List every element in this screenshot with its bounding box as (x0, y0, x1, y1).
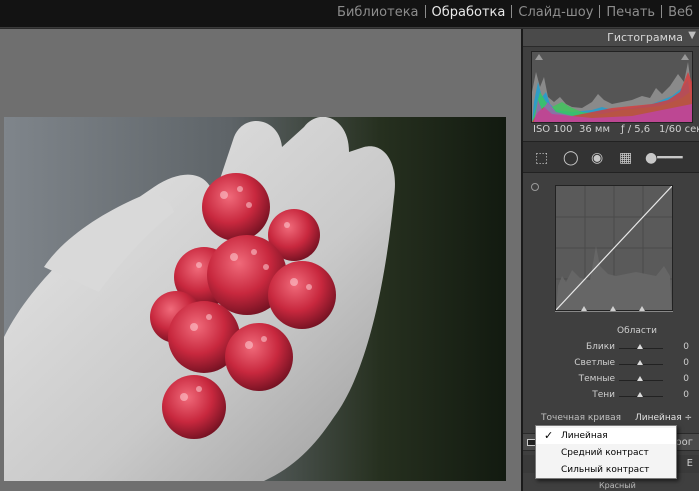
region-slider-thumb[interactable] (637, 360, 643, 365)
red-eye-icon[interactable]: ◉ (591, 150, 603, 166)
point-curve-label: Точечная кривая (541, 413, 622, 423)
histogram-graph (531, 51, 693, 123)
next-panel-row-label: Е (686, 458, 693, 469)
split-highlights-handle[interactable] (639, 306, 645, 311)
module-bar: Библиотека Обработка Слайд-шоу Печать Веб (0, 0, 699, 28)
dropdown-item-medium-contrast[interactable]: Средний контраст (536, 445, 676, 461)
dropdown-item-strong-contrast[interactable]: Сильный контраст (536, 462, 676, 478)
checkmark-icon: ✓ (544, 429, 554, 442)
split-shadows-handle[interactable] (581, 306, 587, 311)
exif-iso: ISO 100 (533, 124, 573, 135)
exif-focal: 36 мм (579, 124, 610, 135)
target-adjustment-icon[interactable] (531, 183, 539, 191)
dropdown-item-label: Линейная (561, 431, 608, 441)
region-shadows: Тени 0 (523, 390, 699, 404)
tone-curve-graph[interactable] (555, 185, 673, 311)
regions-title: Области (617, 326, 657, 336)
shadow-clipping-icon[interactable] (535, 54, 543, 60)
module-slideshow[interactable]: Слайд-шоу (512, 5, 599, 20)
dropdown-item-label: Сильный контраст (561, 465, 650, 475)
histogram-header[interactable]: Гистограмма ▼ (523, 29, 699, 47)
region-value[interactable]: 0 (683, 374, 689, 384)
module-web[interactable]: Веб (662, 5, 699, 20)
right-panel: Гистограмма ▼ ISO 100 36 мм ƒ / 5,6 1/60… (523, 29, 699, 491)
dropdown-item-label: Средний контраст (561, 448, 649, 458)
tone-curve-panel: Области Блики 0 Светлые 0 Темные 0 Тени … (523, 175, 699, 431)
collapse-triangle-icon[interactable]: ▼ (688, 30, 696, 41)
tone-curve-plot (555, 185, 673, 311)
adjustment-brush-icon[interactable]: ●━━━ (645, 150, 683, 166)
module-develop[interactable]: Обработка (426, 5, 512, 20)
region-label: Тени (592, 390, 615, 400)
highlight-clipping-icon[interactable] (681, 54, 689, 60)
exif-shutter: 1/60 сек (659, 124, 699, 135)
next-panel-subrow: Красный (523, 481, 699, 491)
tool-strip: ⬚ ◯ ◉ ▦ ●━━━ (523, 141, 699, 173)
region-slider-thumb[interactable] (637, 376, 643, 381)
spot-removal-icon[interactable]: ◯ (563, 150, 579, 166)
region-value[interactable]: 0 (683, 342, 689, 352)
photo-preview[interactable] (4, 117, 506, 481)
point-curve-dropdown: ✓ Линейная Средний контраст Сильный конт… (535, 425, 677, 479)
region-label: Светлые (574, 358, 615, 368)
region-label: Темные (578, 374, 615, 384)
module-print[interactable]: Печать (600, 5, 661, 20)
region-lights: Светлые 0 (523, 358, 699, 372)
crop-icon[interactable]: ⬚ (535, 150, 548, 166)
photo-canvas[interactable] (0, 29, 521, 491)
region-highlights: Блики 0 (523, 342, 699, 356)
photo-image (4, 117, 395, 481)
dropdown-item-linear[interactable]: ✓ Линейная (536, 428, 676, 444)
region-value[interactable]: 0 (683, 390, 689, 400)
point-curve-select[interactable]: Линейная ÷ (635, 413, 692, 423)
region-darks: Темные 0 (523, 374, 699, 388)
region-value[interactable]: 0 (683, 358, 689, 368)
next-panel-subrow-label: Красный (599, 481, 636, 490)
region-label: Блики (585, 342, 615, 352)
module-picker: Библиотека Обработка Слайд-шоу Печать Веб (331, 5, 699, 20)
next-panel-title: рог (675, 437, 693, 448)
point-curve-colon: : (618, 413, 622, 423)
histogram-title: Гистограмма (607, 31, 683, 44)
curve-split-track (555, 311, 673, 312)
histogram-plot (532, 62, 692, 122)
graduated-filter-icon[interactable]: ▦ (619, 150, 632, 166)
region-slider-thumb[interactable] (637, 344, 643, 349)
module-library[interactable]: Библиотека (331, 5, 425, 20)
region-slider-thumb[interactable] (637, 392, 643, 397)
exif-aperture: ƒ / 5,6 (621, 124, 651, 135)
split-midtones-handle[interactable] (610, 306, 616, 311)
